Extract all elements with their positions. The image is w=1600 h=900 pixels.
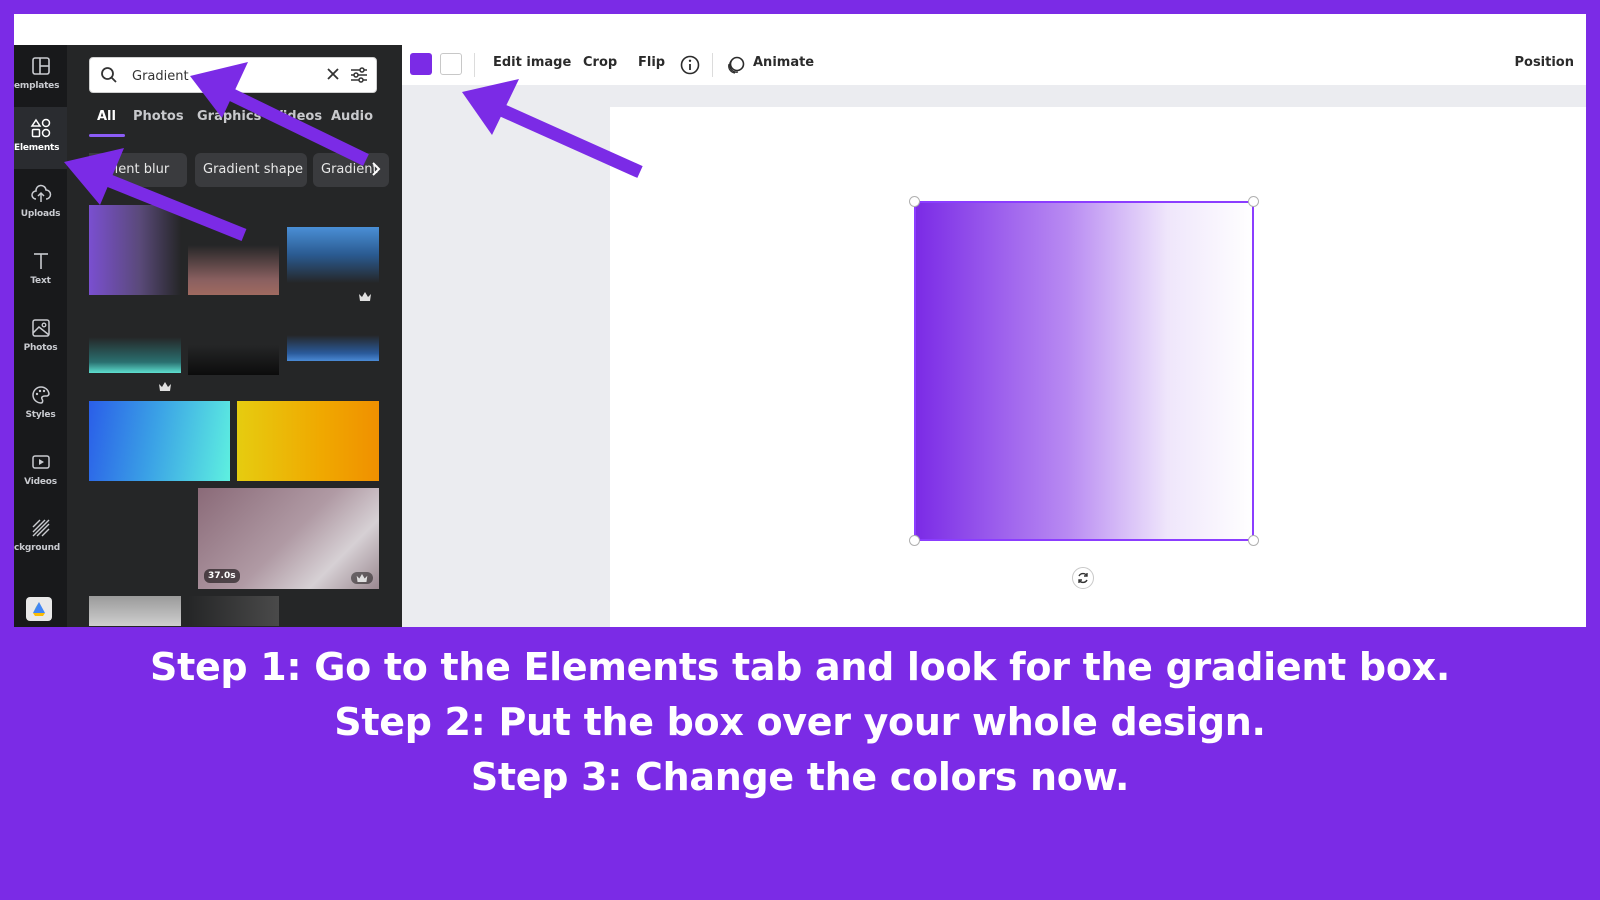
- result-thumbnail[interactable]: [287, 335, 379, 361]
- app-screenshot: emplates Elements Uploads Text Photos St…: [14, 14, 1586, 627]
- premium-crown-icon: [159, 382, 171, 391]
- caption-step-1: Step 1: Go to the Elements tab and look …: [150, 645, 1450, 689]
- position-button[interactable]: Position: [1514, 55, 1574, 70]
- chip-gradient-shape[interactable]: Gradient shape: [195, 153, 307, 187]
- text-icon: [33, 253, 48, 269]
- tab-audio[interactable]: Audio: [331, 109, 373, 124]
- instruction-caption: Step 1: Go to the Elements tab and look …: [0, 640, 1600, 805]
- rail-item-templates[interactable]: emplates: [14, 45, 67, 107]
- templates-icon: [31, 57, 50, 75]
- caption-step-3: Step 3: Change the colors now.: [470, 755, 1130, 799]
- apps-icon[interactable]: [26, 597, 52, 621]
- toolbar-divider: [712, 53, 713, 77]
- rail-item-elements[interactable]: Elements: [14, 107, 67, 169]
- result-thumbnail[interactable]: [287, 227, 379, 301]
- uploads-icon: [30, 184, 51, 202]
- elements-search-panel: All Photos Graphics Videos Audio Gradien…: [67, 45, 402, 627]
- edit-image-button[interactable]: Edit image: [493, 55, 571, 70]
- rotate-icon: [1078, 572, 1088, 584]
- result-thumbnail[interactable]: [237, 401, 379, 481]
- design-page[interactable]: [610, 107, 1586, 627]
- rotate-handle[interactable]: [1072, 567, 1094, 589]
- canvas-workspace: [402, 85, 1586, 627]
- crop-button[interactable]: Crop: [583, 55, 617, 70]
- premium-crown-icon: [359, 292, 371, 301]
- premium-badge: [351, 572, 373, 584]
- animate-button[interactable]: Animate: [753, 55, 814, 70]
- rail-label: ckground: [14, 543, 61, 553]
- rail-label: Videos: [24, 477, 57, 487]
- result-thumbnail[interactable]: [188, 345, 279, 375]
- rail-label: Uploads: [20, 209, 61, 219]
- chip-gradient-blur[interactable]: Gradient blur: [89, 153, 187, 187]
- drive-app-icon: [33, 602, 45, 616]
- tab-videos[interactable]: Videos: [273, 109, 322, 124]
- rail-label: Text: [30, 276, 51, 286]
- editor-toolbar: Edit image Crop Flip Animate Position: [402, 45, 1586, 85]
- rail-item-photos[interactable]: Photos: [14, 307, 67, 369]
- filter-sliders-icon[interactable]: [350, 66, 368, 84]
- result-thumbnail[interactable]: [89, 337, 181, 391]
- resize-handle-bottom-left[interactable]: [909, 535, 920, 546]
- search-icon: [101, 67, 117, 83]
- result-thumbnail[interactable]: [188, 245, 279, 295]
- result-tabs: All Photos Graphics Videos Audio: [89, 101, 389, 137]
- background-icon: [32, 519, 49, 537]
- video-duration-badge: 37.0s: [204, 569, 240, 583]
- search-input[interactable]: [130, 64, 324, 88]
- active-tab-indicator: [89, 134, 125, 137]
- result-thumbnail[interactable]: [89, 401, 230, 481]
- rail-label: Elements: [14, 143, 60, 153]
- rail-item-styles[interactable]: Styles: [14, 374, 67, 436]
- resize-handle-bottom-right[interactable]: [1248, 535, 1259, 546]
- left-nav-rail: emplates Elements Uploads Text Photos St…: [14, 45, 67, 627]
- rail-item-background[interactable]: ckground: [14, 507, 67, 569]
- result-thumbnail[interactable]: [89, 596, 181, 626]
- resize-handle-top-left[interactable]: [909, 196, 920, 207]
- rail-item-uploads[interactable]: Uploads: [14, 173, 67, 235]
- chevron-right-icon[interactable]: [371, 161, 381, 177]
- tab-all[interactable]: All: [97, 109, 116, 124]
- gradient-box-element[interactable]: [914, 201, 1254, 541]
- caption-step-2: Step 2: Put the box over your whole desi…: [334, 700, 1266, 744]
- rail-label: Photos: [23, 343, 58, 353]
- clear-search-icon[interactable]: [326, 67, 340, 81]
- search-bar: [89, 57, 377, 93]
- rail-label: emplates: [14, 81, 60, 91]
- styles-icon: [31, 386, 50, 404]
- info-icon[interactable]: [680, 55, 700, 75]
- rail-label: Styles: [25, 410, 56, 420]
- premium-crown-icon: [356, 574, 368, 582]
- rail-item-videos[interactable]: Videos: [14, 441, 67, 503]
- tab-photos[interactable]: Photos: [133, 109, 184, 124]
- photos-icon: [31, 319, 50, 337]
- animate-icon: [728, 56, 745, 74]
- result-thumbnail[interactable]: [188, 596, 279, 626]
- flip-button[interactable]: Flip: [638, 55, 665, 70]
- videos-icon: [31, 455, 50, 469]
- video-result-thumbnail[interactable]: 37.0s: [198, 488, 379, 589]
- suggestion-chips: Gradient blur Gradient shape Gradient: [89, 153, 389, 189]
- color-swatch-primary[interactable]: [410, 53, 432, 75]
- result-thumbnail[interactable]: [89, 205, 181, 295]
- toolbar-divider: [474, 53, 475, 77]
- rail-item-text[interactable]: Text: [14, 240, 67, 302]
- resize-handle-top-right[interactable]: [1248, 196, 1259, 207]
- color-swatch-secondary[interactable]: [440, 53, 462, 75]
- elements-icon: [30, 118, 50, 138]
- tab-graphics[interactable]: Graphics: [197, 109, 261, 124]
